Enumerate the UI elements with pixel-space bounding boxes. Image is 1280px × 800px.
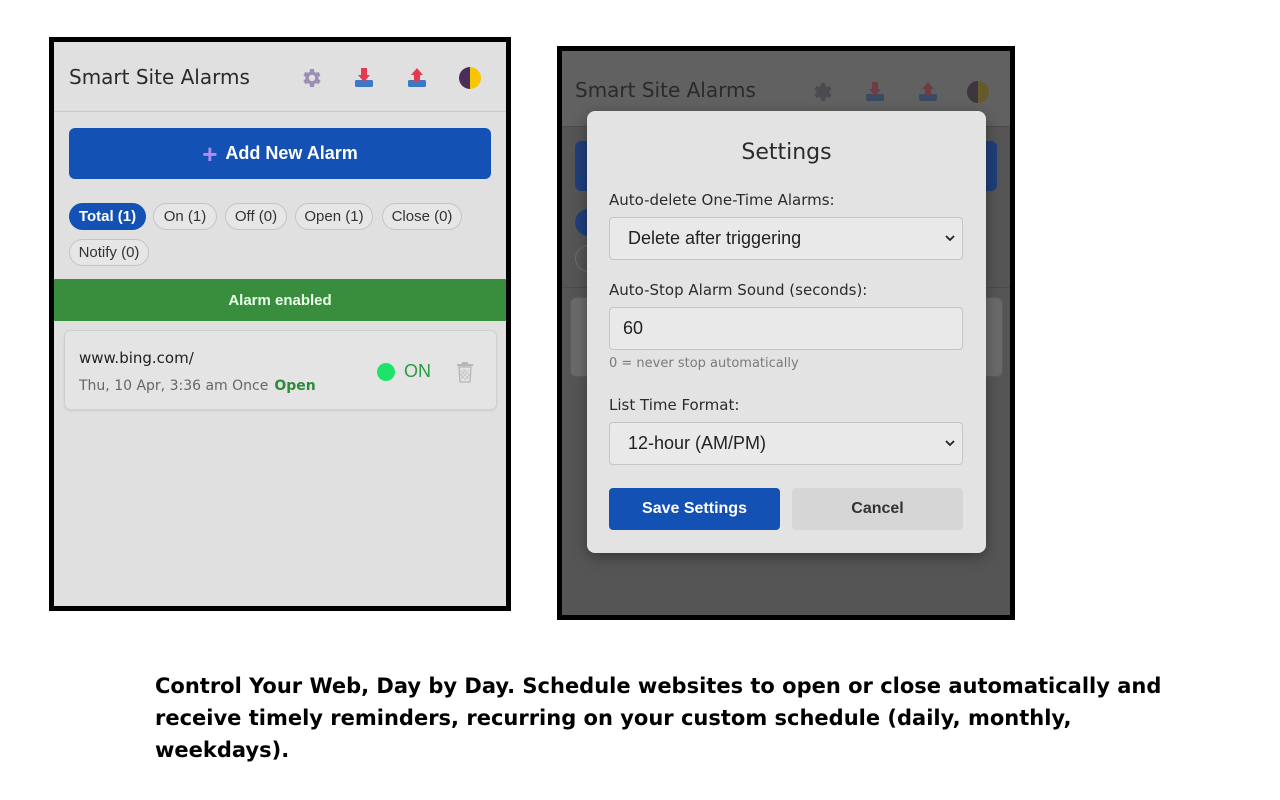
time-format-label: List Time Format:	[609, 396, 740, 414]
popup-header: Smart Site Alarms	[54, 42, 506, 112]
alarm-url: www.bing.com/	[79, 349, 194, 367]
filter-open[interactable]: Open (1)	[295, 203, 373, 230]
alarm-toggle[interactable]: ON	[377, 361, 431, 382]
alarm-popup: Smart Site Alarms + Add New Alarm Total …	[49, 37, 511, 611]
settings-title: Settings	[741, 140, 832, 165]
alarm-toggle-label: ON	[404, 361, 431, 381]
save-settings-button[interactable]: Save Settings	[609, 488, 780, 530]
gear-icon	[814, 83, 832, 101]
auto-stop-label: Auto-Stop Alarm Sound (seconds):	[609, 281, 868, 299]
caption-line-1: Control Your Web, Day by Day. Schedule w…	[155, 674, 1162, 698]
auto-delete-select[interactable]: Delete after triggering	[609, 217, 963, 260]
app-title: Smart Site Alarms	[69, 65, 250, 89]
add-new-alarm-label: Add New Alarm	[225, 143, 358, 163]
theme-toggle-icon[interactable]	[458, 66, 482, 90]
gear-icon[interactable]	[299, 66, 323, 90]
settings-modal: Settings Auto-delete One-Time Alarms: De…	[587, 111, 986, 553]
auto-stop-hint: 0 = never stop automatically	[609, 356, 799, 371]
alarm-list-item[interactable]: www.bing.com/ Thu, 10 Apr, 3:36 am Once O…	[64, 330, 497, 410]
chevron-down-icon	[945, 440, 955, 447]
import-icon	[866, 82, 884, 101]
filter-off[interactable]: Off (0)	[225, 203, 287, 230]
add-new-alarm-button[interactable]: + Add New Alarm	[69, 128, 491, 179]
export-icon[interactable]	[405, 66, 429, 90]
auto-delete-value: Delete after triggering	[628, 228, 802, 248]
alarm-schedule-text: Thu, 10 Apr, 3:36 am Once	[79, 378, 269, 394]
theme-toggle-icon	[967, 81, 989, 103]
chevron-down-icon	[945, 235, 955, 242]
time-format-value: 12-hour (AM/PM)	[628, 433, 767, 453]
caption-line-2: receive timely reminders, recurring on y…	[155, 706, 1072, 762]
alarm-schedule: Thu, 10 Apr, 3:36 am Once Open	[79, 378, 316, 394]
export-icon	[919, 82, 937, 101]
auto-stop-input[interactable]: 60	[609, 307, 963, 350]
cancel-button[interactable]: Cancel	[792, 488, 963, 530]
dimmed-app-title: Smart Site Alarms	[575, 78, 756, 102]
plus-icon: +	[202, 138, 218, 169]
filter-close[interactable]: Close (0)	[382, 203, 462, 230]
status-banner: Alarm enabled	[54, 279, 506, 321]
import-icon[interactable]	[352, 66, 376, 90]
trash-icon[interactable]	[455, 361, 475, 383]
auto-delete-label: Auto-delete One-Time Alarms:	[609, 191, 835, 209]
promo-caption: Control Your Web, Day by Day. Schedule w…	[155, 670, 1165, 766]
filter-notify[interactable]: Notify (0)	[69, 239, 149, 266]
filter-total[interactable]: Total (1)	[69, 203, 146, 230]
time-format-select[interactable]: 12-hour (AM/PM)	[609, 422, 963, 465]
filter-on[interactable]: On (1)	[153, 203, 217, 230]
status-dot-icon	[377, 362, 395, 381]
alarm-action-badge: Open	[274, 378, 316, 394]
